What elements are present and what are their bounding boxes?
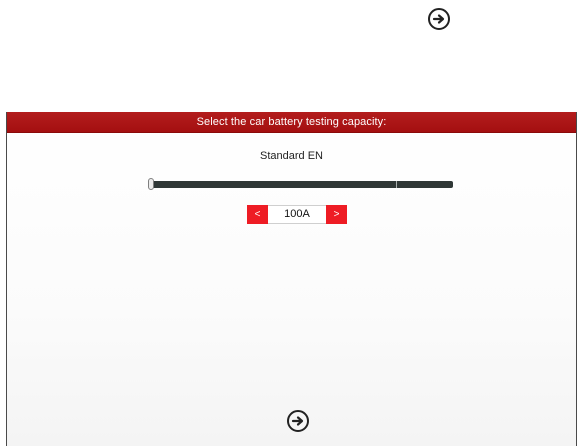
next-arrow-icon[interactable]	[426, 6, 452, 32]
capacity-value: 100A	[268, 205, 326, 224]
decrement-button[interactable]: <	[247, 205, 268, 224]
arrow-right-circle-icon	[428, 8, 450, 30]
capacity-panel: Select the car battery testing capacity:…	[6, 112, 577, 446]
slider-tick-mark	[396, 181, 397, 188]
battery-capacity-screen: Select the car battery testing capacity:…	[0, 0, 583, 446]
capacity-slider[interactable]	[148, 177, 453, 191]
arrow-right-circle-icon	[287, 410, 309, 432]
standard-label: Standard EN	[260, 150, 323, 162]
slider-track[interactable]	[150, 181, 453, 188]
panel-title: Select the car battery testing capacity:	[7, 112, 576, 133]
increment-button[interactable]: >	[326, 205, 347, 224]
confirm-next-button[interactable]	[285, 408, 311, 434]
slider-thumb[interactable]	[148, 178, 154, 190]
capacity-stepper: < 100A >	[247, 205, 347, 224]
